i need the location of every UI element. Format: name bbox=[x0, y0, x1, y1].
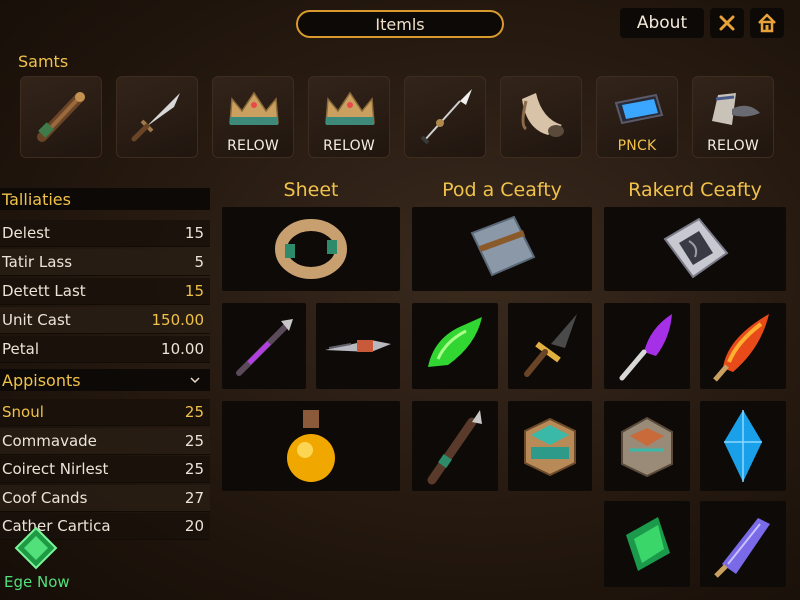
category-title-pod-a-ceafty: Pod a Ceafty bbox=[442, 179, 562, 201]
item-slot-chest[interactable] bbox=[508, 401, 592, 491]
gold-dagger-icon bbox=[524, 314, 577, 377]
list-item-name: Coof Cands bbox=[2, 489, 88, 507]
chevron-down-icon bbox=[190, 377, 200, 384]
list-item[interactable]: Coof Cands 27 bbox=[0, 485, 210, 512]
item-slot-blue-gem[interactable]: PNCK bbox=[596, 76, 678, 158]
list-item-name: Commavade bbox=[2, 432, 97, 450]
stat-value: 150.00 bbox=[151, 311, 205, 329]
rune-tablet-icon bbox=[663, 217, 729, 279]
item-slot-sword[interactable] bbox=[116, 76, 198, 158]
potion-icon bbox=[287, 410, 335, 482]
close-button[interactable] bbox=[710, 8, 744, 38]
violet-crystal-icon bbox=[714, 518, 770, 578]
item-slot-blue-crystal[interactable] bbox=[700, 401, 786, 491]
close-icon bbox=[719, 15, 735, 31]
purple-staff-icon bbox=[236, 319, 293, 376]
stat-value: 15 bbox=[184, 224, 204, 242]
horn-icon bbox=[521, 93, 564, 137]
blue-crystal-icon bbox=[724, 410, 762, 482]
dagger-icon bbox=[325, 340, 391, 352]
item-badge: RELOW bbox=[323, 138, 375, 154]
scroll-icon bbox=[712, 93, 760, 125]
item-slot-dagger[interactable] bbox=[316, 303, 400, 389]
tome-icon bbox=[470, 215, 536, 277]
item-badge: PNCK bbox=[617, 138, 657, 154]
list-item[interactable]: Commavade 25 bbox=[0, 428, 210, 455]
appsonts-dropdown[interactable]: Appisonts bbox=[0, 369, 210, 391]
window-title: Itemls bbox=[296, 10, 504, 38]
stat-name: Petal bbox=[2, 340, 39, 358]
item-slot-hammer[interactable] bbox=[412, 401, 498, 491]
chest-icon bbox=[524, 417, 576, 477]
stat-name: Tatir Lass bbox=[2, 253, 73, 271]
item-slot-horn[interactable] bbox=[500, 76, 582, 158]
category-title-rakerd-ceafty: Rakerd Ceafty bbox=[628, 179, 762, 201]
item-slot-gold-dagger[interactable] bbox=[508, 303, 592, 389]
item-slot-green-crystal[interactable] bbox=[412, 303, 498, 389]
stat-name: Detett Last bbox=[2, 282, 86, 300]
stat-row: Tatir Lass 5 bbox=[0, 249, 210, 276]
purple-wand-icon bbox=[619, 314, 672, 381]
stat-row: Detett Last 15 bbox=[0, 278, 210, 305]
list-item-value: 25 bbox=[184, 403, 204, 421]
crown-icon bbox=[229, 91, 279, 125]
home-button[interactable] bbox=[750, 8, 784, 38]
stat-name: Unit Cast bbox=[2, 311, 71, 329]
stats-panel-title: Talliaties bbox=[0, 188, 210, 210]
stat-row: Petal 10.00 bbox=[0, 336, 210, 363]
ring-icon bbox=[275, 219, 347, 279]
green-diamond-icon[interactable] bbox=[14, 526, 58, 570]
item-slot-purple-wand[interactable] bbox=[604, 303, 690, 389]
item-badge: RELOW bbox=[227, 138, 279, 154]
fire-blade-icon bbox=[713, 314, 769, 382]
section-label-samts: Samts bbox=[18, 52, 69, 71]
hammer-icon bbox=[427, 410, 482, 485]
list-item[interactable]: Snoul 25 bbox=[0, 399, 210, 426]
stat-name: Delest bbox=[2, 224, 50, 242]
home-icon bbox=[758, 13, 776, 33]
list-item-name: Snoul bbox=[2, 403, 44, 421]
list-item-value: 27 bbox=[184, 489, 204, 507]
item-badge: RELOW bbox=[707, 138, 759, 154]
list-item-value: 25 bbox=[184, 460, 204, 478]
about-button[interactable]: About bbox=[620, 8, 704, 38]
stat-value: 5 bbox=[194, 253, 204, 271]
crown-icon bbox=[325, 91, 375, 125]
item-slot-fire-blade[interactable] bbox=[700, 303, 786, 389]
list-item-name: Coirect Nirlest bbox=[2, 460, 109, 478]
item-slot-ring[interactable] bbox=[222, 207, 400, 291]
item-slot-spear[interactable] bbox=[404, 76, 486, 158]
stat-row: Delest 15 bbox=[0, 220, 210, 247]
spear-icon bbox=[420, 89, 472, 145]
green-crystal-icon bbox=[428, 317, 482, 367]
item-slot-emerald[interactable] bbox=[604, 501, 690, 587]
category-title-sheet: Sheet bbox=[283, 179, 339, 201]
appsonts-title: Appisonts bbox=[2, 370, 81, 390]
stat-value: 10.00 bbox=[161, 340, 204, 358]
list-item-value: 20 bbox=[184, 517, 204, 535]
item-slot-rune-tablet[interactable] bbox=[604, 207, 786, 291]
item-slot-crown-2[interactable]: RELOW bbox=[308, 76, 390, 158]
emerald-icon bbox=[626, 517, 670, 571]
item-slot-crown-1[interactable]: RELOW bbox=[212, 76, 294, 158]
item-slot-ornate-chest[interactable] bbox=[604, 401, 690, 491]
item-slot-potion[interactable] bbox=[222, 401, 400, 491]
list-item-value: 25 bbox=[184, 432, 204, 450]
item-slot-club[interactable] bbox=[20, 76, 102, 158]
cta-label[interactable]: Ege Now bbox=[4, 573, 70, 591]
ornate-chest-icon bbox=[621, 416, 673, 478]
item-slot-purple-staff[interactable] bbox=[222, 303, 306, 389]
item-slot-violet-crystal[interactable] bbox=[700, 501, 786, 587]
stat-row: Unit Cast 150.00 bbox=[0, 307, 210, 334]
list-item[interactable]: Coirect Nirlest 25 bbox=[0, 456, 210, 483]
blue-gem-icon bbox=[614, 93, 664, 125]
stat-value: 15 bbox=[184, 282, 204, 300]
sword-icon bbox=[131, 93, 180, 142]
item-slot-scroll[interactable]: RELOW bbox=[692, 76, 774, 158]
item-slot-tome[interactable] bbox=[412, 207, 592, 291]
club-icon bbox=[37, 92, 85, 142]
